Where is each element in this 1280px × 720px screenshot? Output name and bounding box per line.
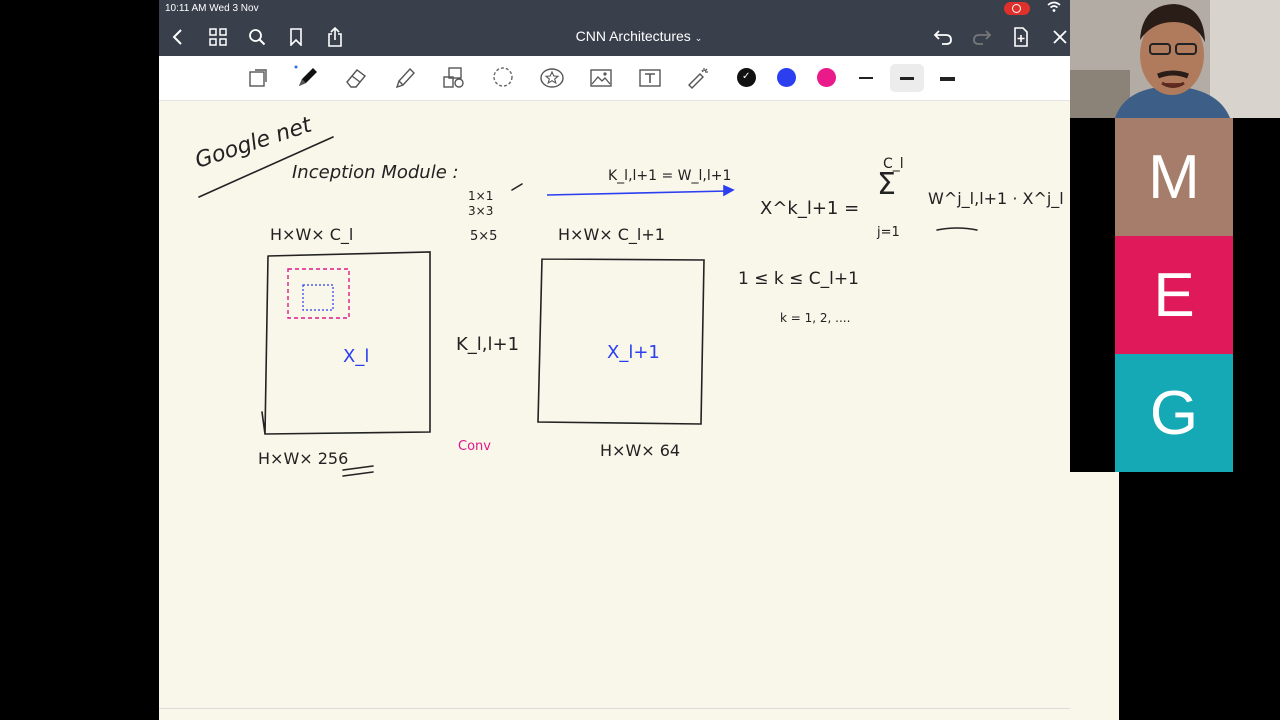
undo-icon[interactable]: [932, 26, 954, 48]
tile-gap-left: [1070, 118, 1115, 472]
nav-bar: CNN Architectures ⌄: [159, 18, 1070, 56]
k-constraint: 1 ≤ k ≤ C_l+1: [738, 269, 859, 289]
stroke-thin[interactable]: [859, 77, 873, 79]
image-tool-icon[interactable]: [588, 65, 614, 91]
mapping-arrow-line: [546, 190, 729, 196]
presenter-avatar: [1070, 0, 1280, 118]
stroke-thick[interactable]: [940, 77, 955, 81]
equation-lhs: X^k_l+1 =: [760, 198, 859, 219]
redo-icon[interactable]: [971, 26, 993, 48]
input-bottom-dims: H×W× 256: [258, 449, 348, 468]
page-divider: [159, 708, 1070, 709]
ipad-screen: 10:11 AM Wed 3 Nov CNN Architectures ⌄ ✓…: [159, 0, 1070, 720]
input-tensor-box: [261, 251, 431, 435]
canvas-extension: [1070, 472, 1119, 720]
output-bottom-dims: H×W× 64: [600, 441, 680, 460]
handwritten-notes: Google net Inception Module : 1×1 3×3 5×…: [192, 112, 1064, 477]
kernel-label: K_l,l+1: [456, 334, 519, 355]
laser-pointer-icon[interactable]: [686, 65, 712, 91]
sum-lower-limit: j=1: [876, 225, 900, 240]
status-bar: 10:11 AM Wed 3 Nov: [159, 0, 1070, 18]
receptive-field-outer: [287, 268, 350, 319]
color-swatch-pink[interactable]: [817, 68, 836, 87]
rhs-squiggle: [936, 227, 978, 231]
output-dims-label: H×W× C_l+1: [558, 225, 665, 245]
color-swatch-blue[interactable]: [777, 68, 796, 87]
sum-symbol: Σ: [877, 167, 896, 202]
stroke-medium[interactable]: [900, 77, 914, 80]
kernel-size-5: 5×5: [470, 229, 497, 244]
read-only-icon[interactable]: [245, 65, 271, 91]
pen-tool-icon[interactable]: [294, 65, 320, 91]
tick-mark: [511, 183, 523, 191]
participant-tile-e[interactable]: E: [1115, 236, 1233, 354]
note-subheading: Inception Module :: [292, 162, 459, 183]
elements-tool-icon[interactable]: [539, 65, 565, 91]
color-swatch-black[interactable]: [737, 68, 756, 87]
participant-initial: M: [1148, 142, 1200, 212]
screen-recording-indicator[interactable]: [1004, 2, 1030, 15]
kernel-size-1: 1×1: [468, 189, 493, 203]
eraser-tool-icon[interactable]: [343, 65, 369, 91]
highlighter-tool-icon[interactable]: [392, 65, 418, 91]
text-tool-icon[interactable]: [637, 65, 663, 91]
k-values: k = 1, 2, ....: [780, 311, 850, 325]
close-icon[interactable]: [1049, 26, 1070, 48]
arrow-label: K_l,l+1 = W_l,l+1: [608, 168, 731, 184]
drawing-toolbar: [159, 56, 1070, 101]
participant-initial: G: [1149, 378, 1199, 448]
mapping-arrow-head: [723, 184, 735, 197]
output-tensor-label: X_l+1: [607, 342, 660, 363]
status-time: 10:11 AM Wed 3 Nov: [165, 3, 259, 14]
note-canvas[interactable]: Google net Inception Module : 1×1 3×3 5×…: [159, 100, 1070, 710]
presenter-webcam: [1070, 0, 1280, 118]
wifi-icon: [1047, 1, 1061, 16]
participant-tile-m[interactable]: M: [1115, 118, 1233, 236]
input-dims-label: H×W× C_l: [270, 225, 353, 245]
equation-rhs: W^j_l,l+1 · X^j_l: [928, 189, 1064, 209]
document-title-text: CNN Architectures: [575, 28, 691, 44]
tile-gap-right: [1233, 118, 1280, 472]
participant-tile-g[interactable]: G: [1115, 354, 1233, 472]
title-chevron-icon: ⌄: [694, 33, 703, 43]
participant-initial: E: [1153, 260, 1195, 330]
conv-label: Conv: [458, 439, 491, 454]
input-tensor-label: X_l: [343, 346, 369, 367]
shape-tool-icon[interactable]: [441, 65, 467, 91]
add-page-icon[interactable]: [1010, 26, 1032, 48]
lasso-tool-icon[interactable]: [490, 65, 516, 91]
receptive-field-inner: [302, 284, 334, 311]
kernel-size-3: 3×3: [468, 204, 493, 218]
